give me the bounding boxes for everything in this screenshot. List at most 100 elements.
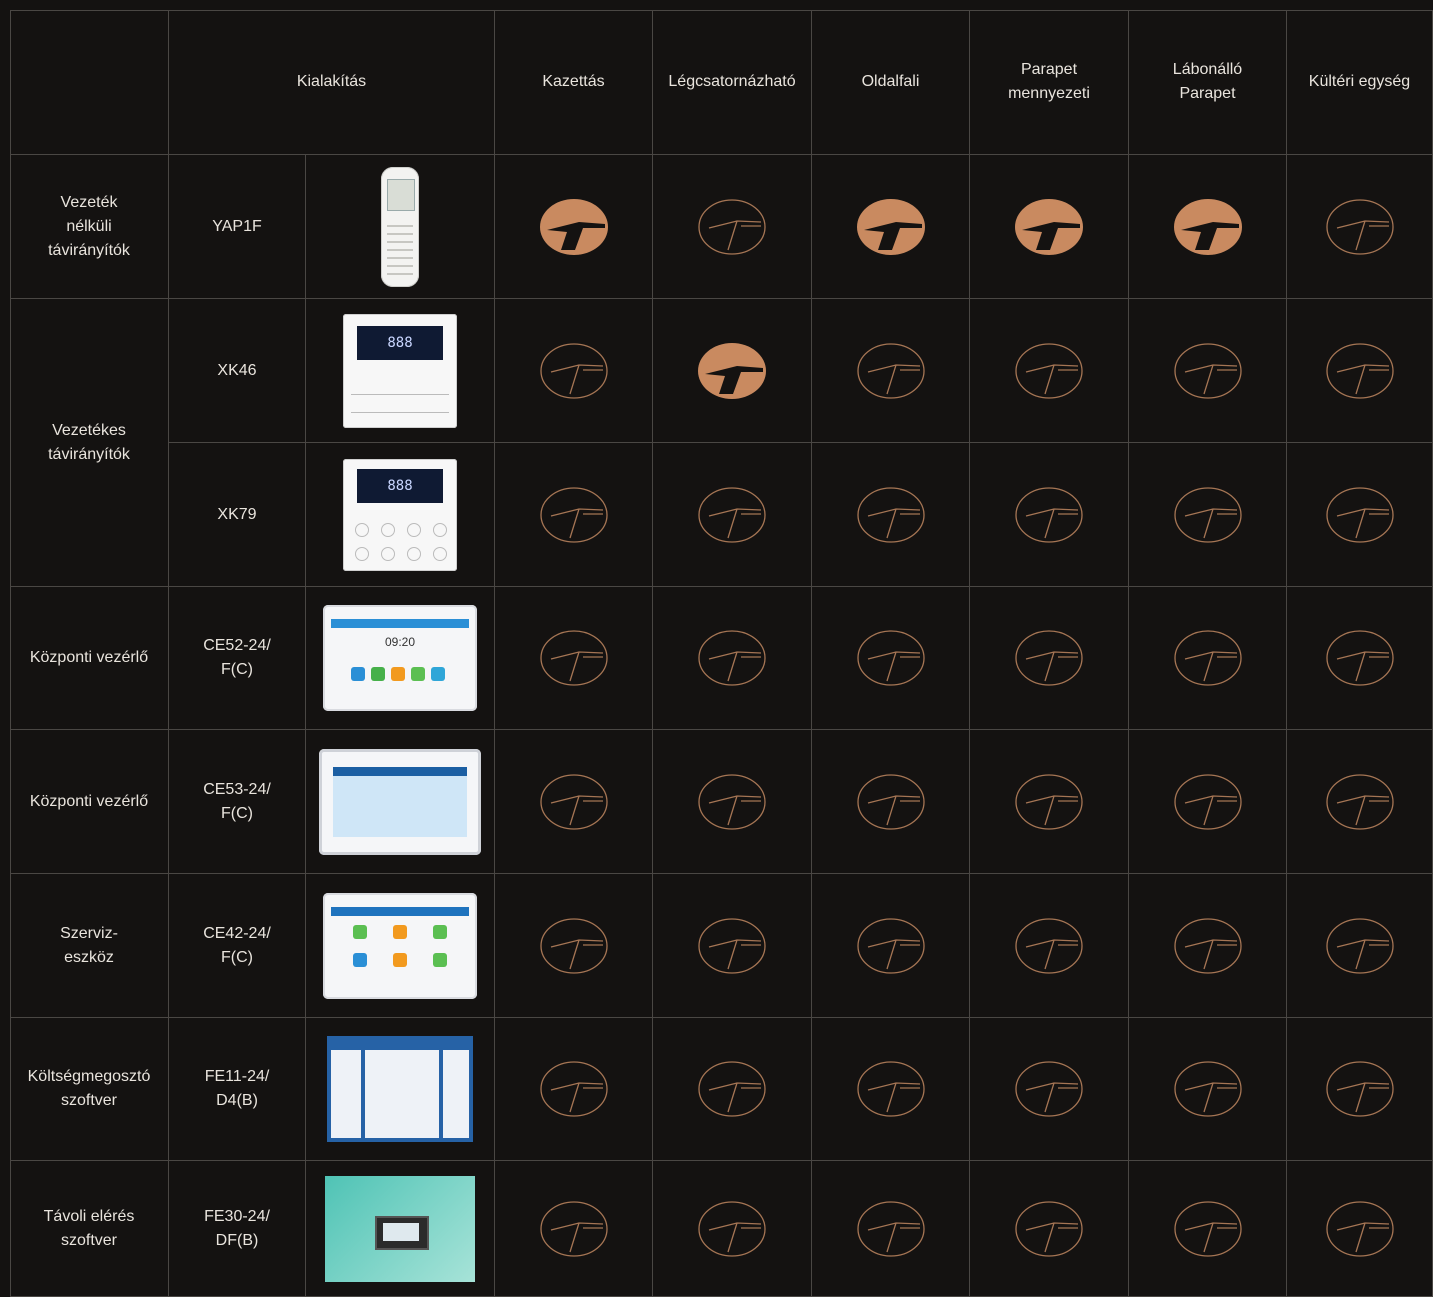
- brand-logo-filled-icon: [1173, 198, 1243, 256]
- compat-cell: [495, 443, 653, 587]
- compat-cell: [812, 587, 970, 730]
- model-label: CE53-24/ F(C): [203, 780, 271, 822]
- compat-cell: [1129, 730, 1287, 874]
- brand-logo-outline-icon: [1173, 342, 1243, 400]
- compat-cell: [970, 155, 1129, 299]
- brand-logo-outline-icon: [1014, 486, 1084, 544]
- brand-logo-outline-icon: [697, 198, 767, 256]
- thumb-cell: [306, 874, 495, 1018]
- central-controller-ce53-image: [319, 748, 481, 855]
- brand-logo-outline-icon: [856, 917, 926, 975]
- brand-logo-outline-icon: [1325, 342, 1395, 400]
- brand-logo-outline-icon: [856, 486, 926, 544]
- compat-cell: [1129, 874, 1287, 1018]
- model-label: XK46: [217, 361, 257, 379]
- group-label-cell: Vezetékes távirányítók: [10, 299, 169, 587]
- brand-logo-outline-icon: [856, 773, 926, 831]
- compat-cell: [1129, 587, 1287, 730]
- thumb-cell: [306, 730, 495, 874]
- group-label-cell: Költségmegosztó szoftver: [10, 1018, 169, 1161]
- compat-cell: [495, 587, 653, 730]
- brand-logo-filled-icon: [697, 342, 767, 400]
- brand-logo-outline-icon: [1014, 629, 1084, 687]
- brand-logo-outline-icon: [1325, 629, 1395, 687]
- brand-logo-outline-icon: [856, 1060, 926, 1118]
- central-controller-ce52-image: 09:20: [323, 605, 477, 711]
- compat-cell: [653, 874, 812, 1018]
- group-label: Központi vezérlő: [29, 792, 149, 810]
- brand-logo-outline-icon: [697, 1060, 767, 1118]
- model-label: CE52-24/ F(C): [203, 637, 271, 678]
- wired-controller-xk46-image: 888: [343, 313, 457, 428]
- thumb-cell: [306, 1161, 495, 1297]
- brand-logo-outline-icon: [1173, 1060, 1243, 1118]
- column-label: Légcsatornázható: [668, 73, 796, 90]
- header-col-legcsatornazhato: Légcsatornázható: [653, 10, 812, 155]
- wired-controller-xk79-image: 888: [343, 458, 457, 571]
- brand-logo-outline-icon: [1325, 486, 1395, 544]
- brand-logo-outline-icon: [1325, 1060, 1395, 1118]
- compat-cell: [1129, 299, 1287, 443]
- model-cell: YAP1F: [169, 155, 306, 299]
- group-label-cell: Központi vezérlő: [10, 587, 169, 730]
- compat-cell: [970, 874, 1129, 1018]
- brand-logo-outline-icon: [1014, 917, 1084, 975]
- brand-logo-outline-icon: [697, 1200, 767, 1258]
- model-label: XK79: [217, 505, 257, 523]
- group-label: Központi vezérlő: [29, 649, 149, 666]
- billing-software-image: [327, 1036, 473, 1142]
- group-label-cell: Központi vezérlő: [10, 730, 169, 874]
- compat-cell: [1129, 1161, 1287, 1297]
- compat-cell: [495, 874, 653, 1018]
- clock-text: 09:20: [384, 635, 416, 649]
- compat-cell: [495, 299, 653, 443]
- model-cell: FE11-24/ D4(B): [169, 1018, 306, 1161]
- thumb-cell: [306, 1018, 495, 1161]
- compat-cell: [970, 299, 1129, 443]
- header-design-label: Kialakítás: [296, 73, 367, 90]
- brand-logo-outline-icon: [697, 773, 767, 831]
- brand-logo-outline-icon: [1173, 486, 1243, 544]
- compat-cell: [970, 443, 1129, 587]
- compat-cell: [653, 730, 812, 874]
- model-cell: CE53-24/ F(C): [169, 730, 306, 874]
- brand-logo-outline-icon: [856, 629, 926, 687]
- compat-cell: [812, 1161, 970, 1297]
- compat-cell: [812, 443, 970, 587]
- column-label: Parapet mennyezeti: [1008, 61, 1090, 102]
- thumb-cell: 888: [306, 299, 495, 443]
- brand-logo-outline-icon: [1325, 917, 1395, 975]
- group-label: Vezeték nélküli távirányítók: [48, 193, 130, 259]
- brand-logo-outline-icon: [1014, 773, 1084, 831]
- compat-cell: [495, 1018, 653, 1161]
- compat-cell: [1129, 443, 1287, 587]
- brand-logo-outline-icon: [1325, 773, 1395, 831]
- compat-cell: [495, 1161, 653, 1297]
- brand-logo-outline-icon: [539, 486, 609, 544]
- group-label: Távoli elérés szoftver: [43, 1207, 135, 1249]
- compat-cell: [495, 730, 653, 874]
- compat-cell: [1129, 155, 1287, 299]
- compat-cell: [812, 155, 970, 299]
- model-label: YAP1F: [212, 217, 262, 235]
- model-label: CE42-24/ F(C): [203, 924, 271, 966]
- column-label: Lábonálló Parapet: [1172, 61, 1243, 102]
- brand-logo-outline-icon: [697, 629, 767, 687]
- model-cell: FE30-24/ DF(B): [169, 1161, 306, 1297]
- compat-cell: [1287, 874, 1433, 1018]
- brand-logo-filled-icon: [539, 198, 609, 256]
- group-label-cell: Távoli elérés szoftver: [10, 1161, 169, 1297]
- compat-cell: [970, 587, 1129, 730]
- header-col-labonallo-parapet: Lábonálló Parapet: [1129, 10, 1287, 155]
- compat-cell: [970, 730, 1129, 874]
- compat-cell: [812, 299, 970, 443]
- brand-logo-outline-icon: [697, 917, 767, 975]
- compat-cell: [653, 1018, 812, 1161]
- column-label: Kazettás: [542, 73, 605, 90]
- model-label: FE30-24/ DF(B): [204, 1207, 270, 1249]
- compat-cell: [653, 1161, 812, 1297]
- header-col-oldalfali: Oldalfali: [812, 10, 970, 155]
- compat-cell: [1287, 299, 1433, 443]
- brand-logo-outline-icon: [856, 1200, 926, 1258]
- compat-cell: [495, 155, 653, 299]
